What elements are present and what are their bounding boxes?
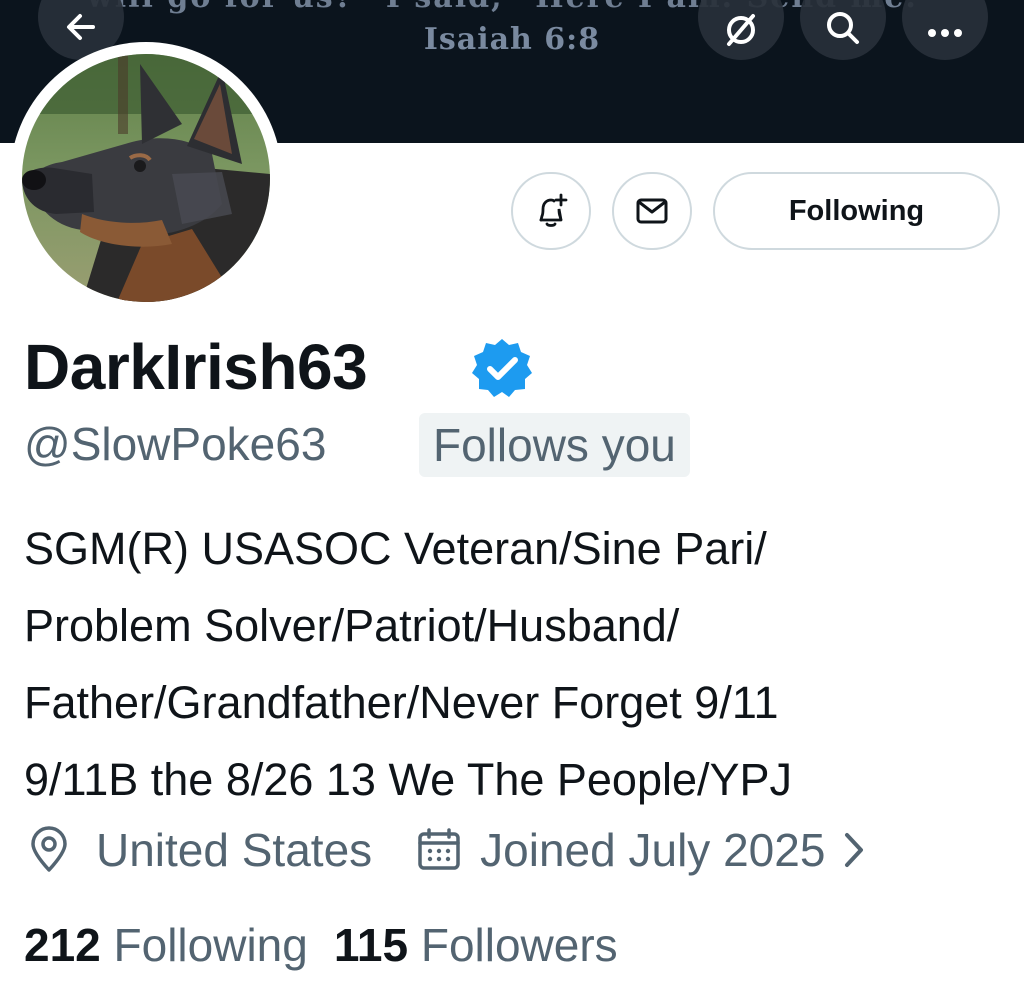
- search-icon: [827, 12, 859, 44]
- followers-count: 115: [333, 919, 409, 971]
- followers-link[interactable]: 115 Followers: [334, 918, 618, 972]
- grok-icon: [727, 14, 755, 46]
- location-pin-icon: [24, 825, 74, 875]
- following-button-label: Following: [788, 194, 925, 227]
- following-button[interactable]: Following: [713, 172, 1000, 250]
- location-text: United States: [96, 824, 373, 876]
- bio-line: SGM(R) USASOC Veteran/Sine Pari/: [24, 523, 767, 574]
- following-label: Following: [113, 919, 308, 971]
- notify-button[interactable]: [511, 172, 591, 250]
- following-count: 212: [24, 919, 101, 971]
- bell-plus-icon: [539, 193, 568, 227]
- joined-date[interactable]: Joined July 2025: [480, 823, 825, 877]
- arrow-left-icon: [67, 14, 95, 40]
- chevron-right-icon[interactable]: [839, 825, 869, 875]
- message-button[interactable]: [612, 172, 692, 250]
- follow-stats: 212 Following 115 Followers: [24, 910, 618, 980]
- avatar[interactable]: [22, 54, 270, 302]
- bio: SGM(R) USASOC Veteran/Sine Pari/ Problem…: [24, 510, 1004, 818]
- user-handle: @SlowPoke63: [24, 418, 327, 470]
- avatar-image: [22, 54, 270, 302]
- profile-meta: United States Joined July 2025: [24, 818, 869, 882]
- envelope-icon: [636, 198, 668, 224]
- bio-line: Problem Solver/Patriot/Husband/: [24, 600, 680, 651]
- verified-badge-icon[interactable]: [471, 337, 533, 399]
- following-link[interactable]: 212 Following: [24, 918, 308, 972]
- bio-line: Father/Grandfather/Never Forget 9/11: [24, 677, 779, 728]
- followers-label: Followers: [420, 919, 618, 971]
- more-icon: [928, 29, 962, 37]
- calendar-icon: [414, 825, 464, 875]
- display-name: DarkIrish63: [24, 331, 368, 403]
- follows-you-badge: Follows you: [419, 413, 690, 477]
- bio-line: 9/11B the 8/26 13 We The People/YPJ: [24, 754, 793, 805]
